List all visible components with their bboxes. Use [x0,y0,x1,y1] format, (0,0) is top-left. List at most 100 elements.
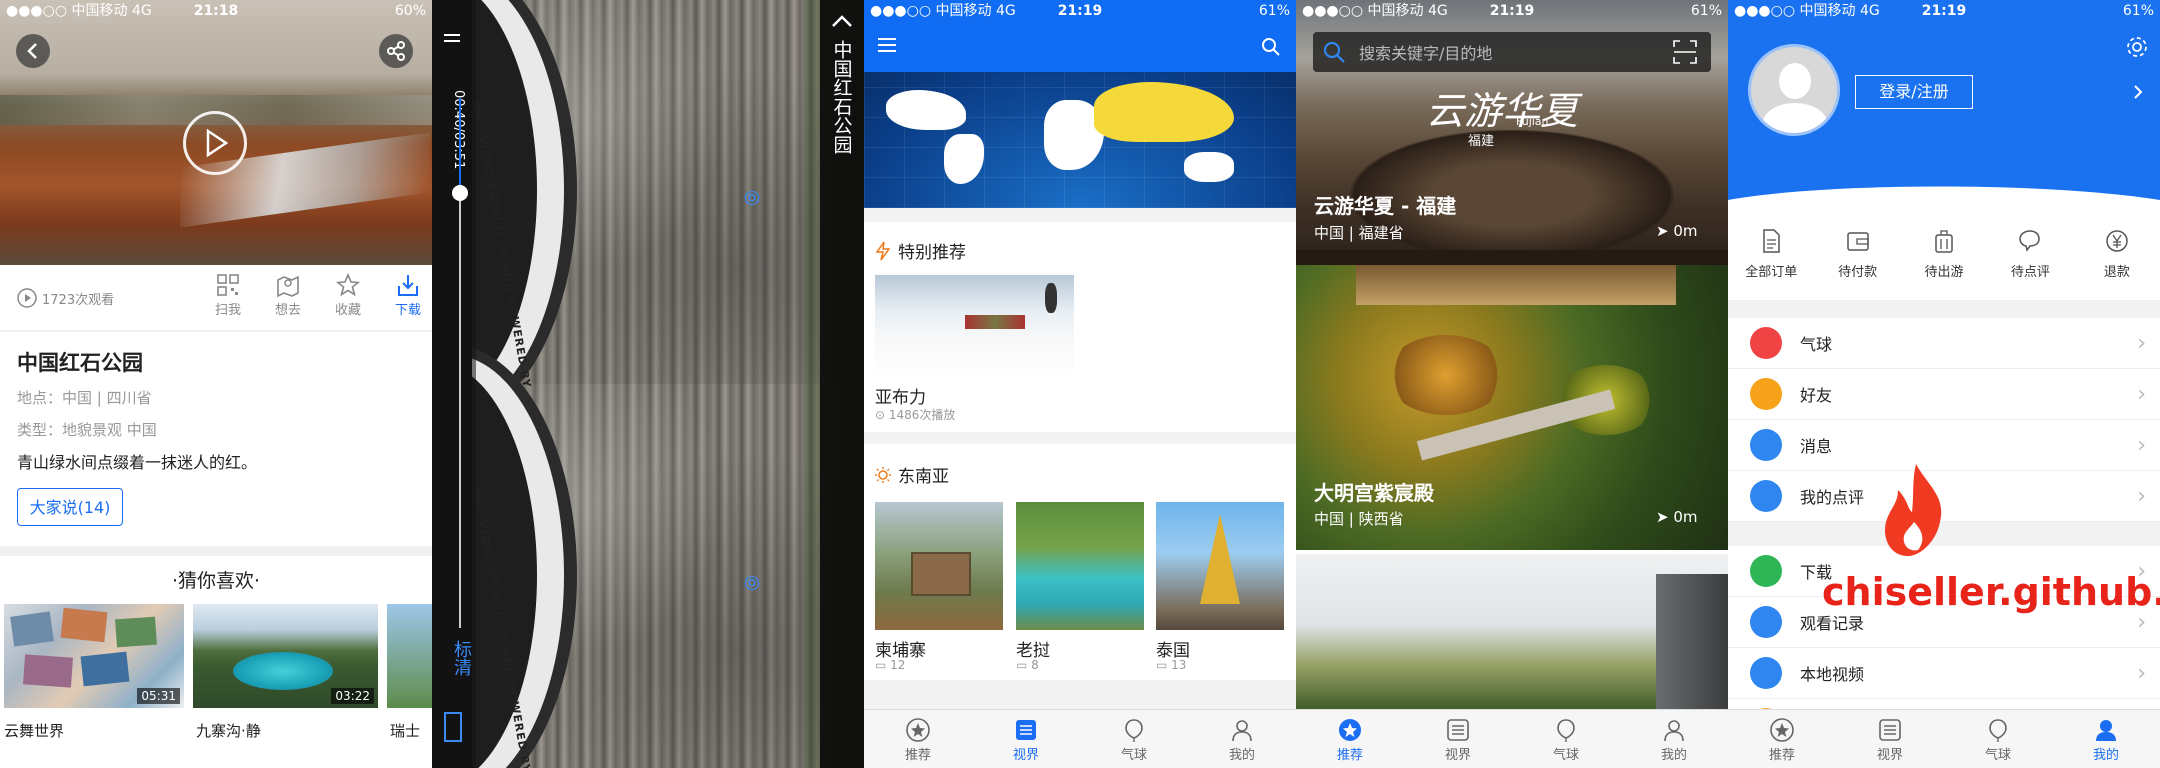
star-circle-icon [906,717,930,742]
menu-item-label: 本地视频 [1800,665,1865,684]
search-bar[interactable]: 搜索关键字/目的地 [1313,32,1711,72]
world-map[interactable] [864,72,1296,208]
tab-bar: 推荐 视界 气球 我的 [864,709,1296,768]
tab-vision[interactable]: 视界 [1836,710,1944,768]
play-button[interactable] [183,111,247,175]
progress-fill [459,98,461,194]
balloon-icon [1750,327,1782,359]
avatar[interactable] [1748,44,1840,136]
orders-row: 全部订单 待付款 待出游 待点评 退款 [1728,205,2160,300]
balloon-icon [1557,718,1575,742]
search-icon[interactable] [1260,36,1282,58]
comments-button[interactable]: 大家说(14) [17,488,123,526]
featured-item[interactable] [875,275,1074,376]
scan-icon[interactable] [1671,38,1699,66]
country-card[interactable] [1156,502,1284,630]
section-title: 特别推荐 [898,243,966,263]
tab-vision[interactable]: 视界 [972,710,1080,768]
order-unpaid[interactable]: 待付款 [1814,205,1900,300]
vr-mode-icon[interactable] [444,712,462,742]
menu-button[interactable] [878,38,896,52]
luggage-icon [1935,230,1953,253]
back-button[interactable] [16,34,50,68]
tab-recommend[interactable]: 推荐 [1296,710,1404,768]
menu-item-friends[interactable]: 好友 › [1728,369,2160,420]
quality-button[interactable]: 标清 [448,640,474,676]
menu-item-local-video[interactable]: 本地视频 › [1728,648,2160,699]
download-icon [1750,555,1782,587]
chevron-right-icon: › [2137,660,2146,686]
tab-bar: 推荐 视界 气球 我的 [1296,709,1728,768]
user-icon [1664,719,1684,741]
history-icon [1750,606,1782,638]
flame-icon [1884,464,1942,556]
country-count: ▭ 12 [875,658,906,672]
lens-overlay [432,0,577,768]
share-button[interactable] [379,34,413,68]
login-button[interactable]: 登录/注册 [1855,75,1973,109]
profile-screen: ●●●○○ 中国移动 4G 21:19 61% 登录/注册 全部订单 待付款 待… [1728,0,2160,768]
tab-recommend[interactable]: 推荐 [1728,710,1836,768]
want-go-button[interactable]: 想去 [258,271,318,318]
guess-item[interactable] [387,604,432,708]
tab-balloon[interactable]: 气球 [1080,710,1188,768]
gyro-icon: ⦾ [744,186,760,210]
order-review[interactable]: 待点评 [1987,205,2073,300]
status-bar: ●●●○○ 中国移动 4G 21:19 61% [1302,3,1722,19]
menu-item-label: 气球 [1800,335,1833,354]
duration-badge: 03:22 [331,688,374,704]
country-card[interactable] [875,502,1003,630]
place-card[interactable] [1296,554,1728,710]
star-circle-icon [1339,718,1361,741]
progress-track[interactable] [452,98,468,628]
menu-item-label: 好友 [1800,386,1833,405]
menu-icon[interactable] [444,34,460,42]
place-location: 地点：中国 | 四川省 [17,389,152,407]
tab-mine[interactable]: 我的 [1620,710,1728,768]
star-circle-icon [1770,717,1794,742]
tab-mine[interactable]: 我的 [2052,710,2160,768]
card-distance: ➤ 0m [1656,508,1698,526]
country-card[interactable] [1016,502,1144,630]
chevron-right-icon: › [2137,330,2146,356]
card-title: 大明宫紫宸殿 [1314,481,1434,505]
guess-item[interactable]: 05:31 [4,604,184,708]
play-circle-icon [17,288,37,308]
scan-button[interactable]: 扫我 [198,271,258,318]
tab-mine[interactable]: 我的 [1188,710,1296,768]
guess-item[interactable]: 03:22 [193,604,378,708]
tab-balloon[interactable]: 气球 [1944,710,2052,768]
message-icon [1750,429,1782,461]
action-row: 1723次观看 扫我 想去 收藏 下载 [0,265,432,330]
order-refund[interactable]: 退款 [2074,205,2160,300]
balloon-icon [1989,718,2007,742]
settings-icon[interactable] [2124,34,2150,60]
card-region: 中国 | 福建省 [1314,224,1404,242]
section-title: 东南亚 [898,467,949,487]
share-icon [387,41,405,61]
order-travel[interactable]: 待出游 [1901,205,1987,300]
video-icon [1750,657,1782,689]
chevron-right-icon[interactable] [2130,82,2146,102]
region-section: 东南亚 柬埔寨 ▭ 12 老挝 ▭ 8 泰国 ▭ 13 [864,444,1296,680]
search-icon [1323,41,1345,63]
player-time: 00:40/03:51 [436,90,466,169]
tab-vision[interactable]: 视界 [1404,710,1512,768]
download-button[interactable]: 下载 [378,271,432,318]
view-count: 1723次观看 [16,287,114,309]
sun-icon [875,466,891,483]
country-count: ▭ 8 [1016,658,1039,672]
tab-recommend[interactable]: 推荐 [864,710,972,768]
menu-item-balloon[interactable]: 气球 › [1728,318,2160,369]
order-all[interactable]: 全部订单 [1728,205,1814,300]
grid-icon [1447,718,1469,741]
favorite-button[interactable]: 收藏 [318,271,378,318]
featured-name: 亚布力 [875,388,926,408]
wallet-icon [1846,232,1869,251]
lightning-icon [875,241,891,260]
tab-bar: 推荐 视界 气球 我的 [1728,709,2160,768]
detail-screen: ●●●○○ 中国移动 4G 21:18 60% 1723次观看 扫我 想去 收藏… [0,0,432,768]
grid-icon [1016,719,1036,740]
search-input[interactable]: 搜索关键字/目的地 [1359,40,1671,64]
tab-balloon[interactable]: 气球 [1512,710,1620,768]
